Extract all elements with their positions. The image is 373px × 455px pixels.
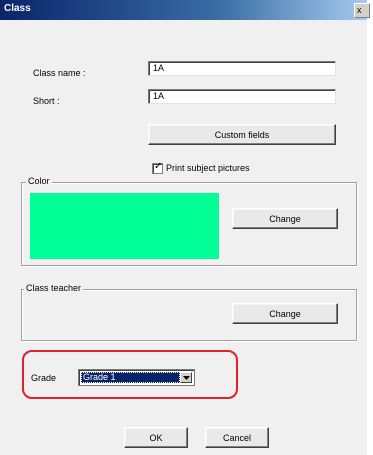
short-name-field[interactable]: 1A bbox=[148, 89, 336, 104]
color-swatch bbox=[30, 193, 219, 259]
grade-label: Grade bbox=[31, 373, 57, 383]
class-teacher-change-button[interactable]: Change bbox=[232, 303, 338, 324]
class-dialog: Class x Class name : 1A Short : 1A Custo… bbox=[0, 0, 370, 455]
title-bar[interactable]: Class bbox=[0, 0, 367, 20]
color-change-button[interactable]: Change bbox=[232, 208, 338, 229]
class-teacher-group-title: Class teacher bbox=[24, 283, 84, 293]
ok-button[interactable]: OK bbox=[124, 427, 188, 448]
class-name-field[interactable]: 1A bbox=[148, 61, 336, 76]
chevron-down-icon[interactable] bbox=[180, 372, 192, 383]
close-button[interactable]: x bbox=[354, 3, 370, 18]
cancel-button[interactable]: Cancel bbox=[205, 427, 269, 448]
custom-fields-button[interactable]: Custom fields bbox=[148, 124, 336, 145]
class-name-label: Class name : bbox=[33, 68, 86, 78]
color-group-title: Color bbox=[26, 176, 52, 186]
window-title: Class bbox=[4, 3, 31, 14]
print-pictures-label: Print subject pictures bbox=[166, 163, 250, 173]
short-label: Short : bbox=[33, 96, 60, 106]
grade-selected-value: Grade 1 bbox=[81, 372, 180, 383]
print-pictures-checkbox[interactable]: ✓ bbox=[152, 161, 163, 174]
grade-select[interactable]: Grade 1 bbox=[78, 369, 195, 386]
close-icon: x bbox=[357, 5, 362, 15]
check-icon: ✓ bbox=[154, 161, 163, 172]
